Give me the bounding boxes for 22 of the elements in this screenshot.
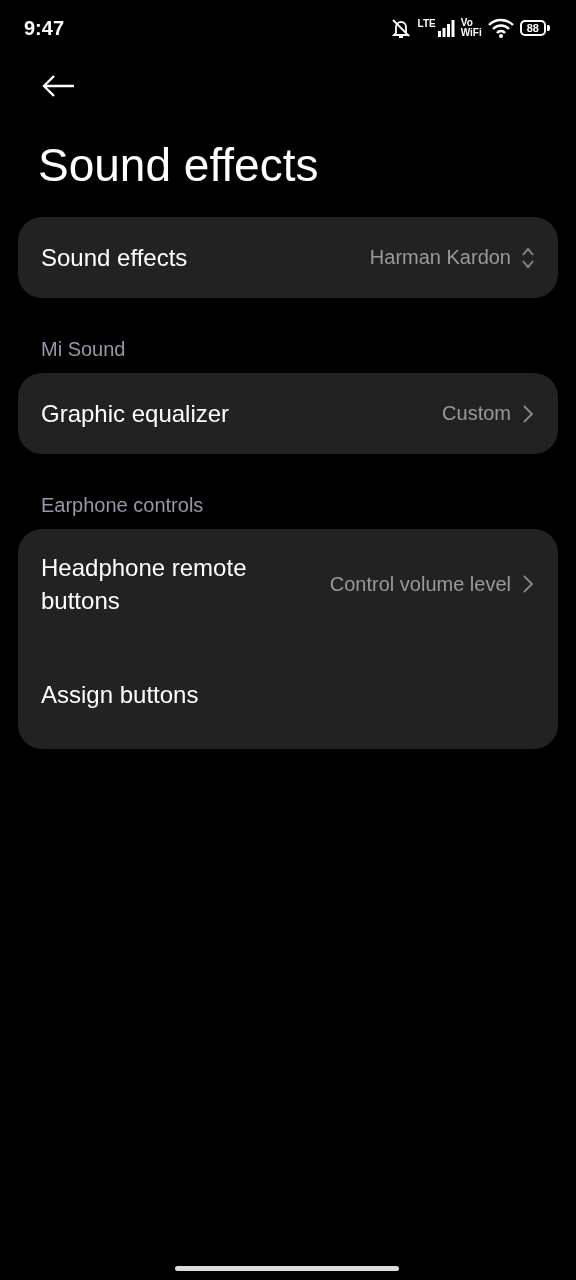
clock-time: 9:47 (24, 16, 66, 40)
setting-label: Graphic equalizer (41, 399, 231, 430)
up-down-chevron-icon (521, 245, 535, 270)
setting-value: Custom (442, 402, 511, 426)
page-title: Sound effects (38, 138, 320, 193)
settings-row[interactable]: Graphic equalizer Custom (18, 373, 558, 455)
wifi-label: WiFi (460, 28, 482, 38)
setting-value: Harman Kardon (369, 246, 511, 270)
bell-muted-icon (389, 17, 412, 39)
setting-label: Sound effects (41, 243, 189, 274)
wifi-icon (487, 18, 514, 38)
volte-label: Vo (460, 18, 474, 28)
section-header: Mi Sound (41, 338, 127, 362)
signal-icon (436, 19, 455, 37)
settings-row[interactable]: Headphone remote buttons Control volume level (18, 529, 558, 640)
setting-label: Assign buttons (41, 679, 200, 710)
network-type: LTE (417, 19, 436, 29)
setting-label: Headphone remote buttons (41, 553, 248, 617)
settings-row[interactable]: Sound effects Harman Kardon (18, 217, 558, 299)
settings-row[interactable]: Assign buttons (18, 639, 558, 750)
section-header: Earphone controls (41, 494, 205, 518)
setting-value: Control volume level (329, 572, 511, 596)
